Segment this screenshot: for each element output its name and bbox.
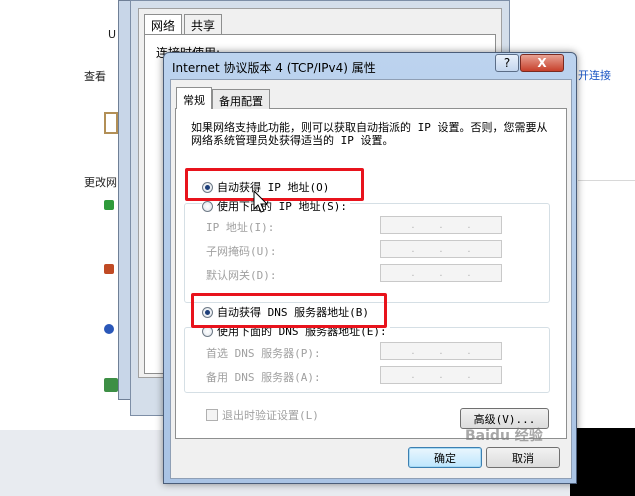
manual-ip-radio[interactable] <box>202 200 213 212</box>
network-icon-green <box>104 200 114 210</box>
network-icon-bottom <box>104 378 118 392</box>
cancel-button[interactable]: 取消 <box>486 447 560 468</box>
auto-ip-highlight <box>185 168 364 201</box>
ip-address-label: IP 地址(I): <box>206 221 275 234</box>
validate-settings-label: 退出时验证设置(L) <box>222 409 319 422</box>
network-icon-orange <box>104 264 114 274</box>
default-gateway-input[interactable]: ... <box>380 264 502 282</box>
ipv4-properties-dialog: Internet 协议版本 4 (TCP/IPv4) 属性 ? X 常规 备用配… <box>163 52 577 484</box>
dark-corner <box>570 428 635 496</box>
left-nav-panel <box>0 0 120 420</box>
bg-text-1: U <box>108 28 117 41</box>
tab-network[interactable]: 网络 <box>144 14 183 34</box>
mouse-pointer-icon <box>253 190 269 213</box>
dialog-title: Internet 协议版本 4 (TCP/IPv4) 属性 <box>172 61 376 75</box>
description-text: 如果网络支持此功能，则可以获取自动指派的 IP 设置。否则，您需要从网络系统管理… <box>191 121 548 147</box>
help-button[interactable]: ? <box>495 54 519 72</box>
bg-text-view: 查看 <box>84 70 106 83</box>
connect-link[interactable]: 开连接 <box>578 67 611 83</box>
alternate-dns-label: 备用 DNS 服务器(A): <box>206 371 321 384</box>
close-button[interactable]: X <box>520 54 564 72</box>
alternate-dns-input[interactable]: ... <box>380 366 502 384</box>
ip-address-input[interactable]: ... <box>380 216 502 234</box>
validate-settings-checkbox[interactable] <box>206 409 218 421</box>
subnet-mask-input[interactable]: ... <box>380 240 502 258</box>
network-icon-blue <box>104 324 114 334</box>
house-icon <box>104 112 118 134</box>
tab-general[interactable]: 常规 <box>176 87 212 109</box>
tab-sharing[interactable]: 共享 <box>184 14 223 34</box>
auto-dns-highlight <box>191 293 387 328</box>
subnet-mask-label: 子网掩码(U): <box>206 245 277 258</box>
preferred-dns-label: 首选 DNS 服务器(P): <box>206 347 321 360</box>
properties-tabs: 网络 共享 <box>144 14 224 34</box>
watermark: Baidu 经验 <box>465 428 543 444</box>
right-divider <box>578 180 635 181</box>
tab-alternate-config[interactable]: 备用配置 <box>212 89 270 109</box>
preferred-dns-input[interactable]: ... <box>380 342 502 360</box>
dialog-tabs: 常规 备用配置 <box>176 87 270 109</box>
bg-text-change[interactable]: 更改网 <box>84 174 117 190</box>
default-gateway-label: 默认网关(D): <box>206 269 277 282</box>
validate-settings-row[interactable]: 退出时验证设置(L) <box>206 407 319 423</box>
ok-button[interactable]: 确定 <box>408 447 482 468</box>
